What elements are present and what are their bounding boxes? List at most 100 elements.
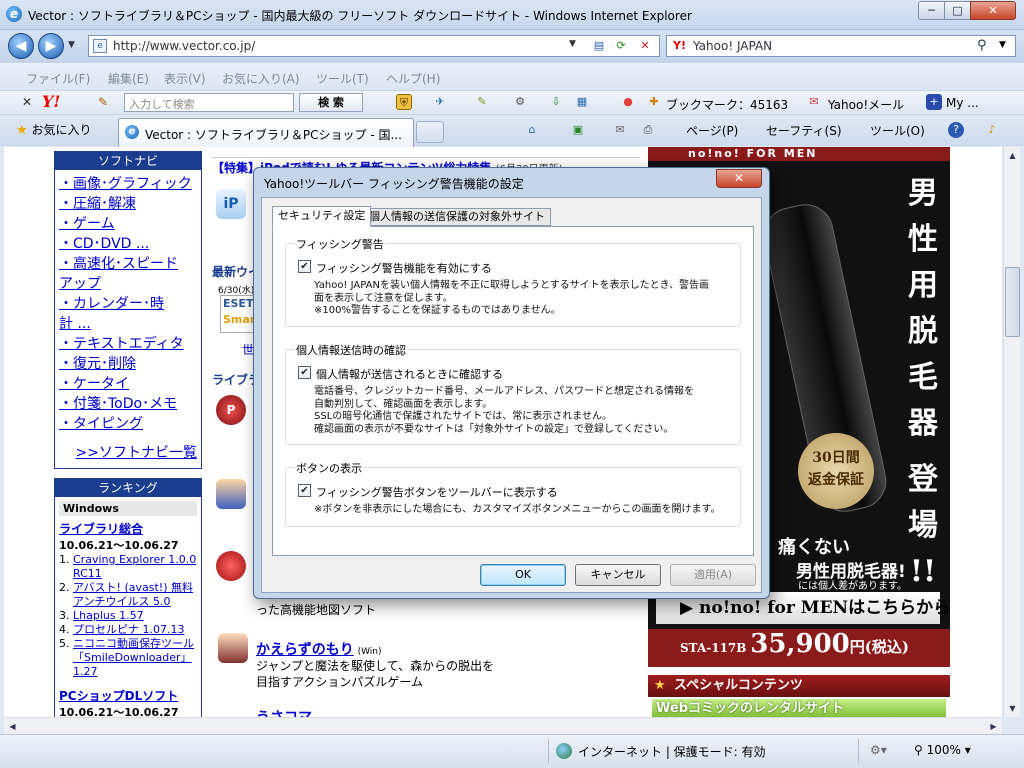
phishing-enable-checkbox[interactable]: ✔	[298, 260, 311, 273]
softnavi-item[interactable]: ・テキストエディタ	[59, 334, 197, 354]
softnavi-item[interactable]: ・タイピング	[59, 414, 197, 434]
print-icon[interactable]: ⎙	[640, 122, 656, 138]
vertical-scrollbar[interactable]: ▲ ▼	[1003, 147, 1020, 717]
scroll-thumb[interactable]	[1005, 267, 1020, 337]
softnavi-item[interactable]: ・ゲーム	[59, 214, 197, 234]
forward-button[interactable]: ▶	[38, 33, 64, 59]
ipod-feature-icon[interactable]: iP	[216, 189, 246, 219]
tab-security-settings[interactable]: セキュリティ設定	[272, 206, 372, 227]
security-zone[interactable]: インターネット | 保護モード: 有効	[578, 743, 766, 760]
checkbox-label[interactable]: 個人情報が送信されるときに確認する	[316, 366, 503, 382]
yahoo-search-button[interactable]: 検 索	[299, 93, 363, 112]
ranking-item[interactable]: ニコニコ動画保存ツール「SmileDownloader」1.27	[73, 637, 201, 679]
stop-icon[interactable]: ✕	[635, 38, 655, 54]
webcomic-banner[interactable]: Webコミックのレンタルサイト	[652, 699, 946, 717]
library-app-icon[interactable]: P	[216, 395, 246, 425]
address-bar[interactable]: e http://www.vector.co.jp/ ▼ ▤ ⟳ ✕	[88, 35, 660, 57]
favorites-button[interactable]: ★ お気に入り	[16, 121, 92, 138]
tab-excluded-sites[interactable]: 個人情報の送信保護の対象外サイト	[363, 208, 551, 226]
softnavi-item[interactable]: ・高速化･スピード	[59, 254, 197, 274]
apply-button[interactable]: 適用(A)	[670, 564, 756, 586]
compatibility-icon[interactable]: ▤	[589, 38, 609, 54]
scroll-right-icon[interactable]: ▶	[985, 718, 1002, 735]
highlight-icon[interactable]: ✎	[474, 94, 490, 110]
game-title-link[interactable]: かえらずのもり	[256, 642, 354, 658]
download-icon[interactable]: ⇩	[548, 94, 564, 110]
scroll-left-icon[interactable]: ◀	[4, 718, 21, 735]
shield-icon[interactable]: ⛨	[396, 94, 412, 110]
tools-menu[interactable]: ツール(O)	[870, 122, 925, 139]
ok-button[interactable]: OK	[480, 564, 566, 586]
tab-vector[interactable]: e Vector : ソフトライブラリ＆PCショップ - 国...	[118, 118, 414, 147]
menu-file[interactable]: ファイル(F)	[26, 70, 90, 87]
softnavi-item[interactable]: ・CD･DVD ...	[59, 234, 197, 254]
tool-icon[interactable]: ⚙	[512, 94, 528, 110]
game-app-icon[interactable]	[216, 479, 246, 509]
close-button[interactable]: ✕	[970, 1, 1016, 20]
toolbar-close-icon[interactable]: ✕	[22, 95, 32, 109]
yahoo-mail-link[interactable]: Yahoo!メール	[828, 96, 904, 113]
yahoo-logo[interactable]: Y!	[42, 92, 60, 111]
page-tool-icon[interactable]: ▦	[574, 94, 590, 110]
softnavi-item[interactable]: ・付箋･ToDo･メモ	[59, 394, 197, 414]
search-box[interactable]: Y! Yahoo! JAPAN ⚲ ▼	[666, 35, 1016, 57]
softnavi-item[interactable]: 計 ...	[59, 314, 197, 334]
menu-view[interactable]: 表示(V)	[164, 70, 206, 87]
softnavi-all-link[interactable]: >>ソフトナビ一覧	[76, 442, 197, 462]
yahoo-search-input[interactable]: 入力して検索	[124, 93, 294, 112]
address-dropdown-icon[interactable]: ▼	[569, 39, 576, 49]
ranking-item[interactable]: Lhaplus 1.57	[73, 609, 201, 623]
menu-tools[interactable]: ツール(T)	[316, 70, 369, 87]
eset-banner[interactable]: ESET Smar	[220, 295, 255, 333]
scroll-up-icon[interactable]: ▲	[1004, 147, 1021, 164]
next-app-link[interactable]: うさコマ	[256, 707, 312, 717]
page-menu[interactable]: ページ(P)	[686, 122, 738, 139]
minimize-button[interactable]: ─	[918, 1, 945, 20]
ranking-item[interactable]: アバスト! (avast!) 無料アンチウイルス 5.0	[73, 581, 201, 609]
softnavi-item[interactable]: アップ	[59, 274, 197, 294]
cancel-button[interactable]: キャンセル	[575, 564, 661, 586]
show-button-checkbox[interactable]: ✔	[298, 484, 311, 497]
ranking-library-link[interactable]: ライブラリ総合	[55, 520, 201, 537]
scroll-down-icon[interactable]: ▼	[1004, 700, 1021, 717]
help-icon[interactable]: ?	[948, 122, 964, 138]
softnavi-item[interactable]: ・ケータイ	[59, 374, 197, 394]
pen-icon[interactable]: ✎	[98, 95, 108, 109]
softnavi-item[interactable]: ・カレンダー･時	[59, 294, 197, 314]
softnavi-item[interactable]: ・画像･グラフィック	[59, 174, 197, 194]
special-contents-heading[interactable]: ★ スペシャルコンテンツ	[648, 675, 950, 697]
refresh-icon[interactable]: ⟳	[611, 38, 631, 54]
zoom-control[interactable]: ⚲ 100% ▾	[914, 743, 971, 757]
circle-icon[interactable]: ●	[620, 94, 636, 110]
address-url[interactable]: http://www.vector.co.jp/	[113, 39, 255, 53]
maximize-button[interactable]: □	[944, 1, 971, 20]
back-button[interactable]: ◀	[8, 33, 34, 59]
ranking-item[interactable]: プロセルピナ 1.07.13	[73, 623, 201, 637]
dialog-close-button[interactable]: ✕	[716, 169, 762, 188]
mail-read-icon[interactable]: ✉	[612, 122, 628, 138]
apple-app-icon[interactable]	[216, 551, 246, 581]
bookmark-count[interactable]: ブックマーク：45163	[666, 96, 788, 113]
add-on-icon[interactable]: ⚙▾	[870, 743, 887, 757]
search-options-icon[interactable]: ▼	[999, 40, 1006, 50]
history-dropdown-icon[interactable]: ▼	[68, 40, 75, 50]
kaerazu-icon[interactable]	[218, 633, 248, 663]
my-yahoo-link[interactable]: My ...	[946, 96, 979, 110]
softnavi-item[interactable]: ・復元･削除	[59, 354, 197, 374]
horizontal-scrollbar[interactable]: ◀ ▶	[4, 717, 1002, 734]
menu-edit[interactable]: 編集(E)	[108, 70, 149, 87]
navigation-icon[interactable]: ✈	[432, 94, 448, 110]
softnavi-item[interactable]: ・圧縮･解凍	[59, 194, 197, 214]
safety-menu[interactable]: セーフティ(S)	[766, 122, 842, 139]
menu-help[interactable]: ヘルプ(H)	[386, 70, 440, 87]
search-icon[interactable]: ⚲	[977, 38, 987, 53]
ranking-item[interactable]: Craving Explorer 1.0.0 RC11	[73, 553, 201, 581]
confirm-send-checkbox[interactable]: ✔	[298, 366, 311, 379]
checkbox-label[interactable]: フィッシング警告ボタンをツールバーに表示する	[316, 484, 558, 500]
checkbox-label[interactable]: フィッシング警告機能を有効にする	[316, 260, 492, 276]
research-icon[interactable]: ♪	[984, 122, 1000, 138]
feeds-icon[interactable]: ▣	[570, 122, 586, 138]
new-tab-button[interactable]	[416, 121, 444, 143]
home-icon[interactable]: ⌂	[524, 122, 540, 138]
ranking-pcshop-link[interactable]: PCショップDLソフト	[55, 687, 201, 704]
